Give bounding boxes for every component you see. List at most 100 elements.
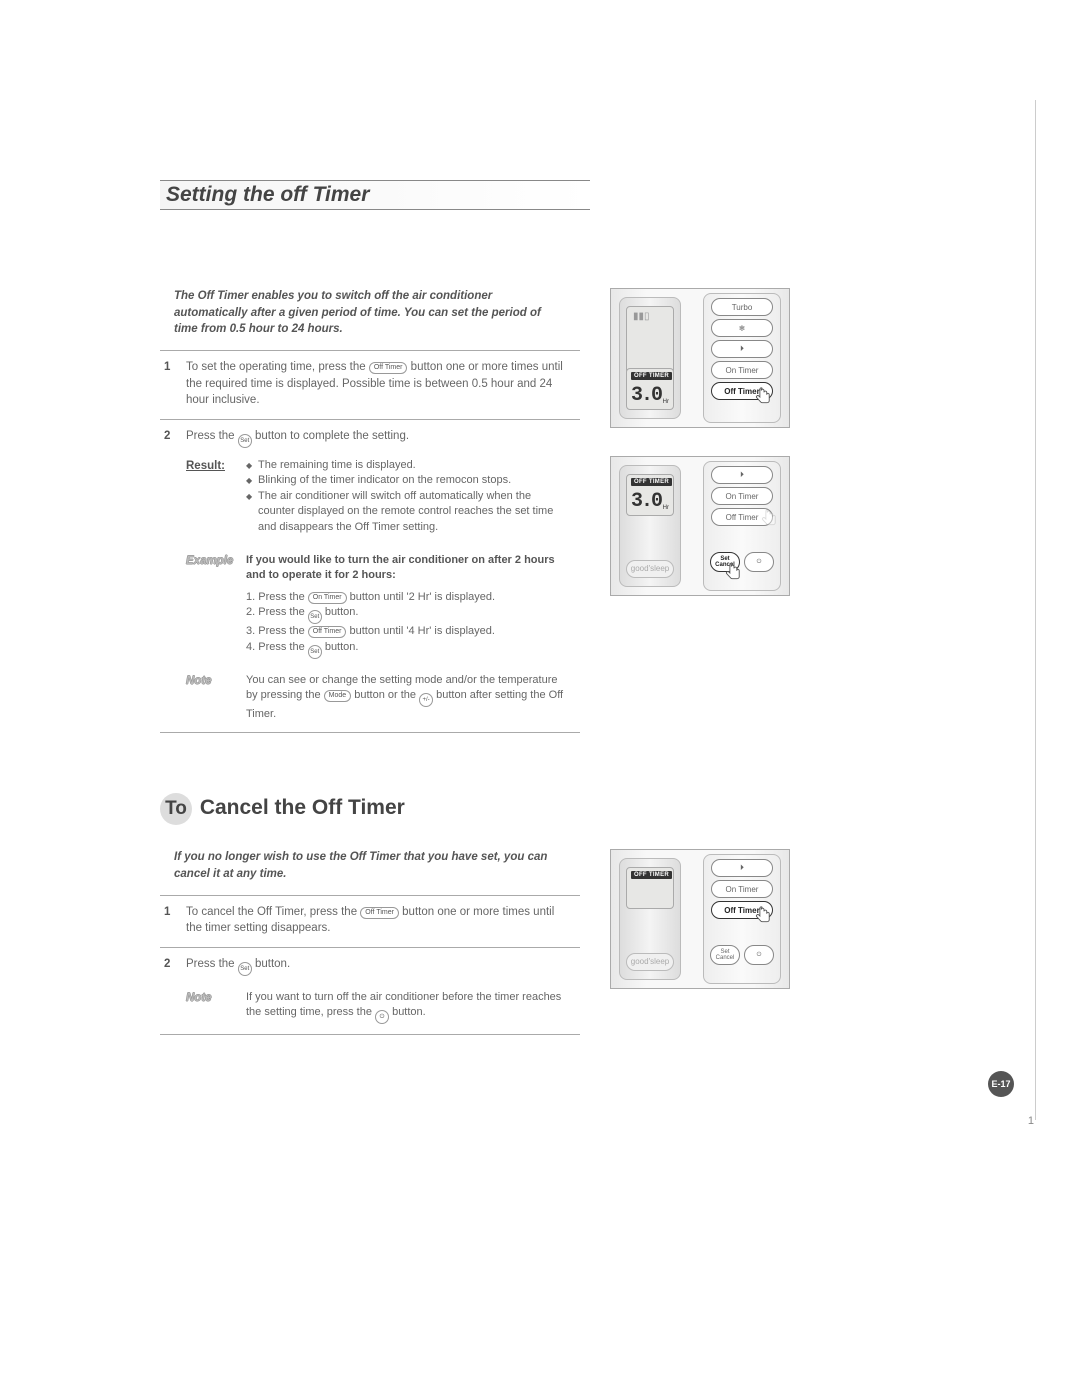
text: button until '2 Hr' is displayed. <box>347 591 496 603</box>
cool-button: ❄ <box>711 319 773 337</box>
example-line-4: 4. Press the Set button. <box>246 640 566 659</box>
step-body: Press the Set button. Note If you want t… <box>186 956 566 1024</box>
text: button. <box>322 606 359 618</box>
result-bullets: The remaining time is displayed. Blinkin… <box>246 458 566 535</box>
text: 4. Press the <box>246 641 308 653</box>
remote-lcd-timer: OFF TIMER 3.0 Hr <box>626 474 674 516</box>
cancel-step-2: 2 Press the Set button. Note If you want… <box>160 948 580 1035</box>
step-body: Press the Set button to complete the set… <box>186 428 566 722</box>
main-row-1: The Off Timer enables you to switch off … <box>160 288 990 733</box>
example-line-1: 1. Press the On Timer button until '2 Hr… <box>246 590 566 605</box>
remote-lcd-timer: OFF TIMER 3.0 Hr <box>626 368 674 410</box>
note-block: Note You can see or change the setting m… <box>186 673 566 723</box>
lcd-label: OFF TIMER <box>631 871 672 879</box>
cancel-note-block: Note If you want to turn off the air con… <box>186 990 566 1024</box>
result-block: Result: The remaining time is displayed.… <box>186 458 566 535</box>
intro-text: The Off Timer enables you to switch off … <box>160 288 580 351</box>
bullet: The air conditioner will switch off auto… <box>246 489 566 535</box>
step-number: 1 <box>164 904 186 937</box>
note-content: If you want to turn off the air conditio… <box>246 990 566 1024</box>
swing-button: ⏵ <box>711 859 773 877</box>
lcd-label: OFF TIMER <box>631 372 672 380</box>
text: To cancel the Off Timer, press the <box>186 906 360 918</box>
remote-body-right: ⏵ On Timer Off Timer Set Cancel ⏻ <box>703 854 781 984</box>
content-area: Setting the off Timer The Off Timer enab… <box>160 180 990 1035</box>
lcd-digits: 3.0 <box>631 384 661 407</box>
off-timer-label-icon: Off Timer <box>369 362 408 374</box>
left-column: The Off Timer enables you to switch off … <box>160 288 580 733</box>
set-cancel-button: Set Cancel <box>710 552 740 572</box>
goodsleep-button: good'sleep <box>626 953 674 971</box>
set-button-icon: Set <box>238 434 252 448</box>
mode-label-icon: Mode <box>324 690 352 702</box>
step-1: 1 To set the operating time, press the O… <box>160 351 580 420</box>
set-button-icon: Set <box>238 962 252 976</box>
page-number: 1 <box>1028 1115 1034 1127</box>
page-title: Setting the off Timer <box>166 183 590 207</box>
on-timer-button: On Timer <box>711 361 773 379</box>
text: button or the <box>351 689 419 701</box>
power-button: ⏻ <box>744 552 774 572</box>
example-bold: If you would like to turn the air condit… <box>246 553 566 584</box>
goodsleep-button: good'sleep <box>626 560 674 578</box>
small-button-pair: Set Cancel ⏻ <box>710 552 774 572</box>
note-label: Note <box>186 673 238 690</box>
lcd-hr: Hr <box>663 399 669 405</box>
cancel-heading-text: Cancel the Off Timer <box>194 796 405 819</box>
vertical-divider <box>1035 100 1036 1120</box>
step-number: 2 <box>164 428 186 722</box>
cancel-title: To Cancel the Off Timer <box>160 793 990 825</box>
off-timer-button: Off Timer <box>711 901 773 919</box>
turbo-button: Turbo <box>711 298 773 316</box>
swing-button: ⏵ <box>711 340 773 358</box>
step-number: 1 <box>164 359 186 409</box>
right-column-1: ▮▮▯ OFF TIMER 3.0 Hr Turbo ❄ ⏵ On Timer <box>610 288 790 733</box>
off-timer-label-icon: Off Timer <box>360 907 399 919</box>
remote-illustration-3: OFF TIMER good'sleep ⏵ On Timer Off Time… <box>610 849 790 989</box>
text: button. <box>322 641 359 653</box>
text: To set the operating time, press the <box>186 361 369 373</box>
on-timer-label-icon: On Timer <box>308 592 347 604</box>
lcd-label: OFF TIMER <box>631 478 672 486</box>
step-body: To cancel the Off Timer, press the Off T… <box>186 904 566 937</box>
left-column-2: If you no longer wish to use the Off Tim… <box>160 849 580 1035</box>
set-cancel-button: Set Cancel <box>710 945 740 965</box>
bullet: The remaining time is displayed. <box>246 458 566 473</box>
remote-body-right: ⏵ On Timer Off Timer Set Cancel ⏻ <box>703 461 781 591</box>
cancel-step-1: 1 To cancel the Off Timer, press the Off… <box>160 896 580 948</box>
bullet: Blinking of the timer indicator on the r… <box>246 473 566 488</box>
text: Press the <box>186 430 238 442</box>
off-timer-button: Off Timer <box>711 382 773 400</box>
power-button: ⏻ <box>744 945 774 965</box>
remote-lcd-timer: OFF TIMER <box>626 867 674 909</box>
page: Setting the off Timer The Off Timer enab… <box>0 0 1080 1397</box>
remote-body-left: OFF TIMER good'sleep <box>619 858 681 980</box>
text: 2. Press the <box>246 606 308 618</box>
remote-illustration-1: ▮▮▯ OFF TIMER 3.0 Hr Turbo ❄ ⏵ On Timer <box>610 288 790 428</box>
text: button until '4 Hr' is displayed. <box>346 625 495 637</box>
text: button. <box>252 958 290 970</box>
to-bubble: To <box>160 793 192 825</box>
example-content: If you would like to turn the air condit… <box>246 553 566 659</box>
set-button-icon: Set <box>308 645 322 659</box>
section-header: Setting the off Timer <box>160 180 590 210</box>
step-number: 2 <box>164 956 186 1024</box>
power-button-icon: ⏻ <box>375 1010 389 1024</box>
remote-body-left: ▮▮▯ OFF TIMER 3.0 Hr <box>619 297 681 419</box>
set-button-icon: Set <box>308 610 322 624</box>
lcd-hr: Hr <box>663 505 669 511</box>
main-row-2: If you no longer wish to use the Off Tim… <box>160 849 990 1035</box>
text: 3. Press the <box>246 625 308 637</box>
remote-lcd: ▮▮▯ <box>626 306 674 374</box>
page-label-badge: E-17 <box>988 1071 1014 1097</box>
lcd-digits: 3.0 <box>631 490 661 513</box>
example-line-2: 2. Press the Set button. <box>246 605 566 624</box>
example-block: Example If you would like to turn the ai… <box>186 553 566 659</box>
off-timer-label-icon: Off Timer <box>308 626 347 638</box>
small-button-pair: Set Cancel ⏻ <box>710 945 774 965</box>
note-label: Note <box>186 990 238 1007</box>
cancel-heading: To Cancel the Off Timer <box>160 793 990 825</box>
right-column-2: OFF TIMER good'sleep ⏵ On Timer Off Time… <box>610 849 790 1035</box>
text: button to complete the setting. <box>252 430 409 442</box>
on-timer-button: On Timer <box>711 487 773 505</box>
